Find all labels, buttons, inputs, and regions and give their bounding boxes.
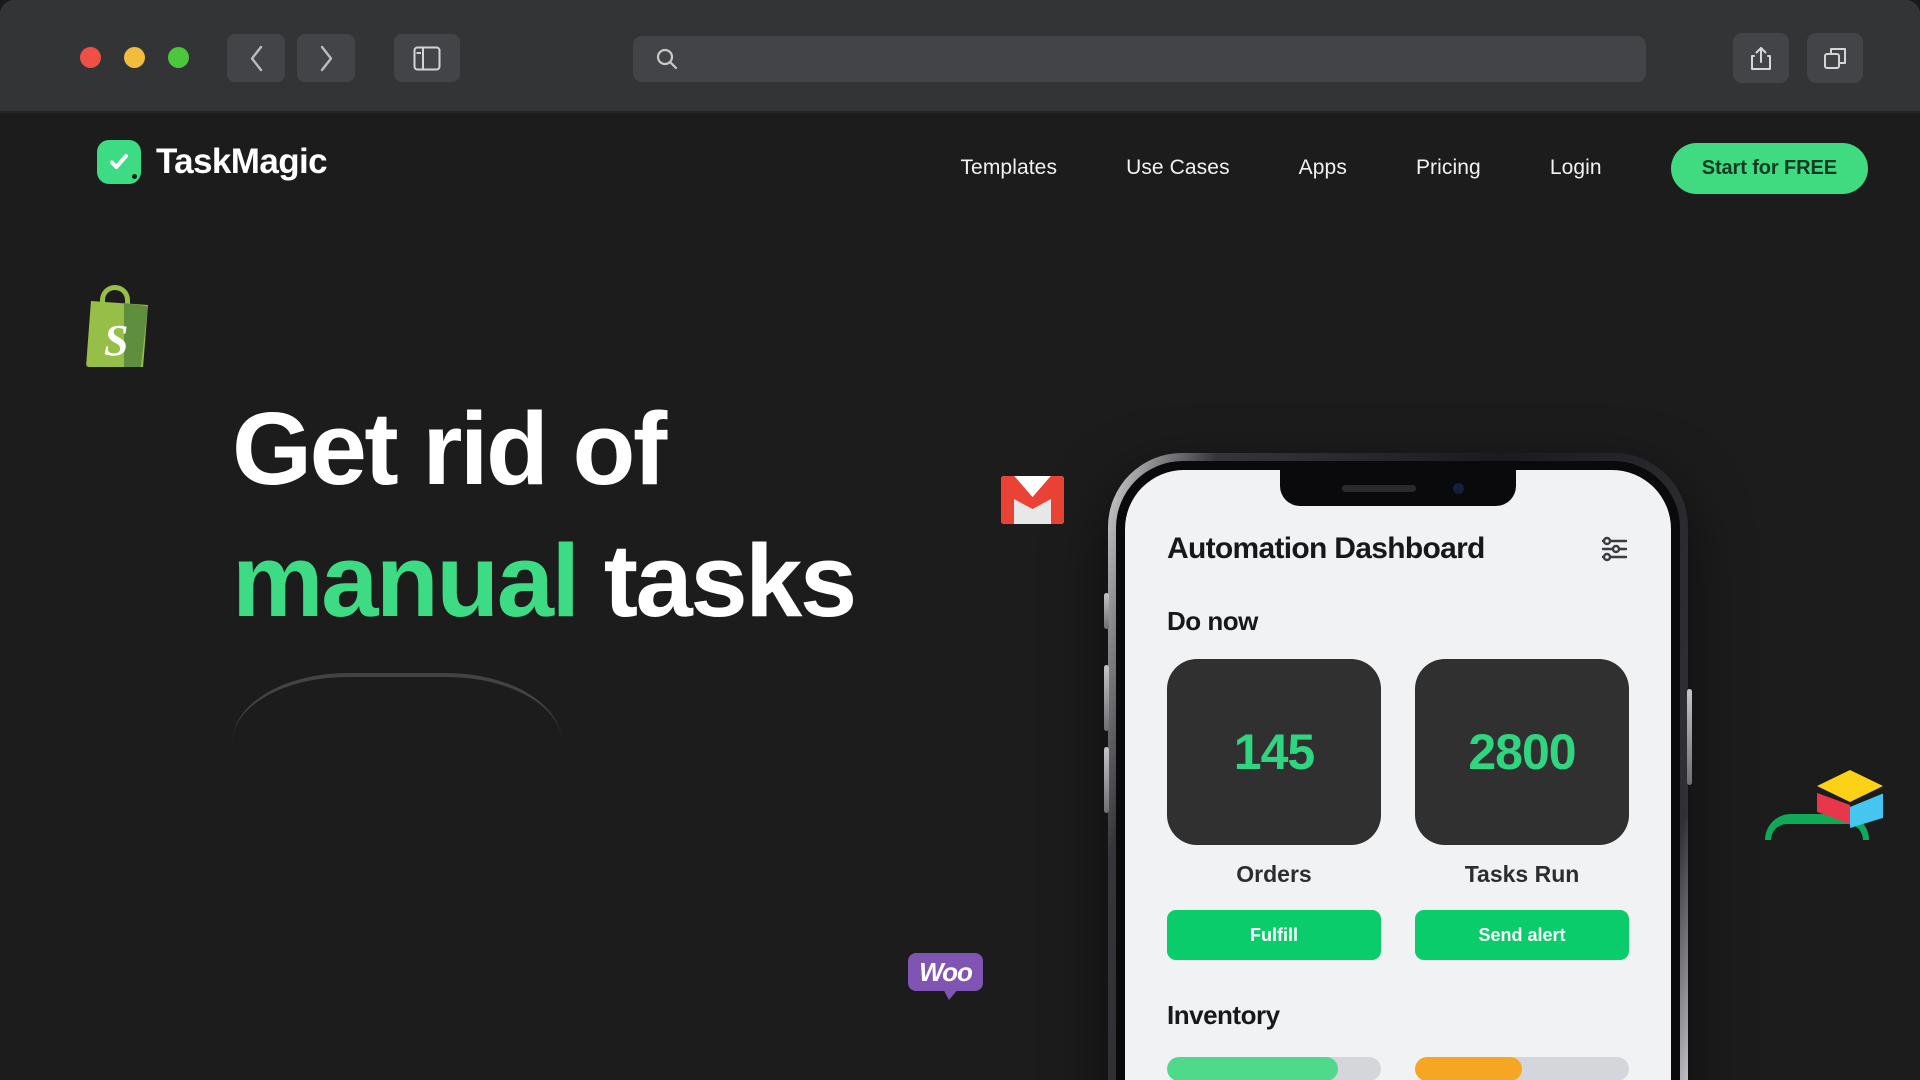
- dashboard-title: Automation Dashboard: [1167, 532, 1485, 565]
- chevron-right-icon: [320, 45, 332, 71]
- headline-line-2: manual tasks: [232, 515, 992, 647]
- inventory-progress-track: [1167, 1057, 1381, 1080]
- stat-value: 145: [1233, 724, 1315, 780]
- section-title-inventory: Inventory: [1167, 1000, 1280, 1030]
- nav-item-login[interactable]: Login: [1550, 156, 1602, 180]
- stat-tasks-run: 2800 Tasks Run: [1415, 659, 1629, 888]
- forward-button[interactable]: [297, 34, 355, 82]
- phone-power-button: [1687, 689, 1692, 785]
- brand-name: TaskMagic: [156, 142, 328, 181]
- sliders-icon[interactable]: [1599, 536, 1629, 562]
- hero-subtext-clipped: [232, 673, 562, 743]
- search-icon: [656, 48, 678, 70]
- inventory-progress-track: [1415, 1057, 1629, 1080]
- fulfill-button[interactable]: Fulfill: [1167, 910, 1381, 960]
- nav-item-use-cases[interactable]: Use Cases: [1126, 156, 1230, 180]
- nav-item-pricing[interactable]: Pricing: [1416, 156, 1481, 180]
- minimize-window-button[interactable]: [124, 47, 145, 68]
- copy-tabs-icon: [1824, 47, 1846, 69]
- gmail-logo-icon: [1001, 476, 1064, 524]
- phone-volume-down: [1104, 747, 1109, 813]
- sidebar-icon: [413, 46, 441, 70]
- address-search-bar[interactable]: [633, 36, 1646, 82]
- traffic-lights: [80, 47, 189, 68]
- stat-orders: 145 Orders: [1167, 659, 1381, 888]
- headline-line-1: Get rid of: [232, 391, 667, 506]
- stat-card[interactable]: 2800: [1415, 659, 1629, 845]
- stat-card-row: 145 Orders 2800 Tasks Run: [1167, 659, 1629, 888]
- taskmagic-checkmark-icon: [97, 140, 141, 184]
- woocommerce-logo-icon: Woo: [908, 953, 983, 1000]
- dashboard-header: Automation Dashboard: [1167, 532, 1629, 566]
- stat-label: Orders: [1236, 861, 1312, 887]
- inventory-bar-row: [1167, 1057, 1629, 1080]
- send-alert-button[interactable]: Send alert: [1415, 910, 1629, 960]
- inventory-progress-fill: [1415, 1057, 1522, 1080]
- shopify-logo-icon: S: [78, 283, 150, 367]
- stat-label: Tasks Run: [1464, 861, 1580, 887]
- start-for-free-button[interactable]: Start for FREE: [1670, 142, 1868, 194]
- automation-dashboard-app: Automation Dashboard Do now 145 Orders 2…: [1125, 470, 1671, 1080]
- stat-value: 2800: [1468, 724, 1576, 780]
- browser-titlebar: [0, 0, 1920, 113]
- tab-overview-button[interactable]: [1807, 33, 1863, 83]
- phone-mockup: Automation Dashboard Do now 145 Orders 2…: [1104, 453, 1692, 1080]
- page-title: Get rid of manual tasks: [232, 383, 992, 647]
- webpage-viewport: TaskMagic Templates Use Cases Apps Prici…: [0, 113, 1920, 1080]
- stat-card[interactable]: 145: [1167, 659, 1381, 845]
- back-button[interactable]: [227, 34, 285, 82]
- nav-item-templates[interactable]: Templates: [960, 156, 1057, 180]
- headline-tail-word: tasks: [603, 522, 857, 638]
- sidebar-toggle-button[interactable]: [394, 34, 460, 82]
- brand-logo[interactable]: TaskMagic: [97, 140, 328, 184]
- headline-accent-word: manual: [232, 522, 580, 638]
- nav-item-apps[interactable]: Apps: [1299, 156, 1347, 180]
- chevron-left-icon: [250, 45, 262, 71]
- phone-mute-switch: [1104, 593, 1109, 629]
- site-header: TaskMagic Templates Use Cases Apps Prici…: [0, 113, 1920, 223]
- app-cube-logo-icon: [1765, 768, 1897, 840]
- close-window-button[interactable]: [80, 47, 101, 68]
- zoom-window-button[interactable]: [168, 47, 189, 68]
- share-button[interactable]: [1733, 33, 1789, 83]
- phone-screen: Automation Dashboard Do now 145 Orders 2…: [1125, 470, 1671, 1080]
- main-navigation: Templates Use Cases Apps Pricing Login S…: [960, 113, 1920, 223]
- phone-volume-up: [1104, 665, 1109, 731]
- section-title-do-now: Do now: [1167, 606, 1258, 636]
- inventory-progress-fill: [1167, 1057, 1339, 1080]
- hero-section: Get rid of manual tasks: [232, 383, 992, 677]
- share-icon: [1751, 46, 1771, 70]
- action-button-row: Fulfill Send alert: [1167, 910, 1629, 960]
- phone-bezel: Automation Dashboard Do now 145 Orders 2…: [1116, 461, 1680, 1080]
- browser-window: TaskMagic Templates Use Cases Apps Prici…: [0, 0, 1920, 1080]
